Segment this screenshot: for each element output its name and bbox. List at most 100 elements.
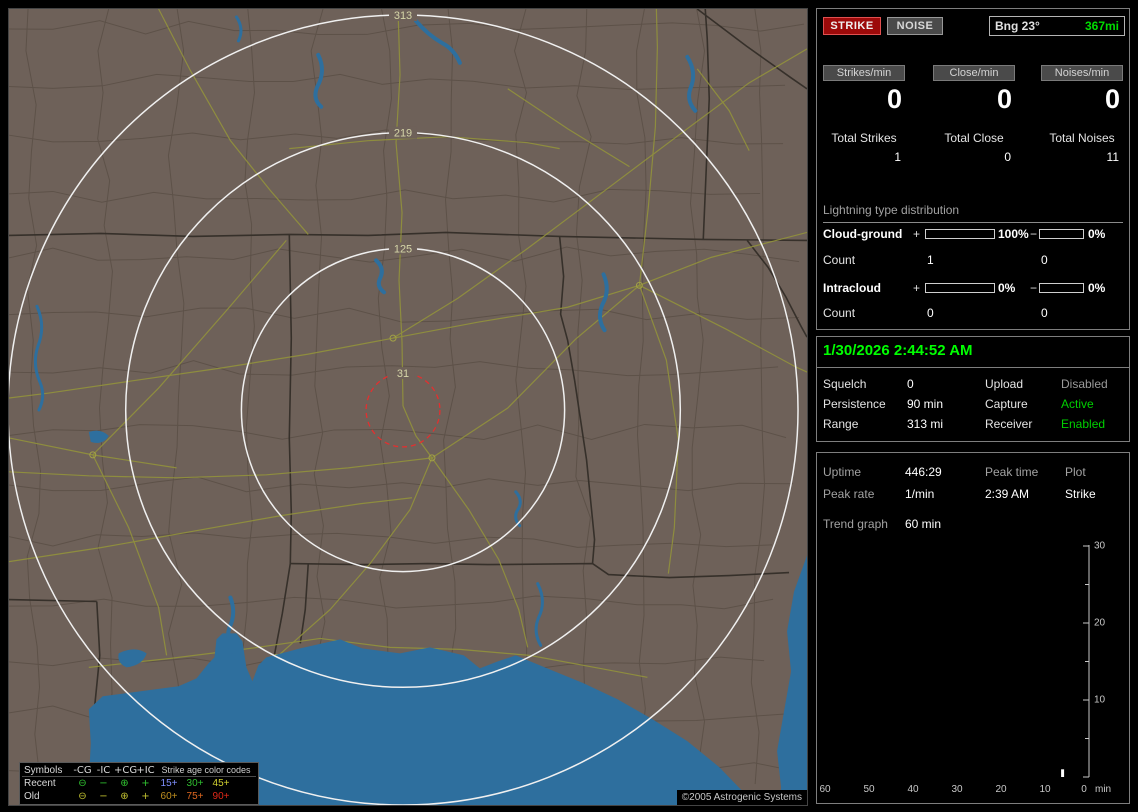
lightning-tracker-app: 313 219 125 31 Symbols -CG -IC +CG +IC S…: [0, 0, 1138, 812]
plus-sign: +: [913, 227, 921, 241]
peak-time-value: 2:39 AM: [985, 487, 1030, 501]
squelch-label: Squelch: [823, 377, 867, 391]
trend-graph-window: 60 min: [905, 517, 942, 531]
y-tick-10: 10: [1094, 695, 1106, 706]
map-canvas[interactable]: 313 219 125 31: [9, 9, 807, 805]
neg-ic-icon: −: [99, 791, 108, 802]
side-panel: STRIKE NOISE Bng 23° 367mi Strikes/min 0…: [816, 0, 1130, 812]
x-tick-60: 60: [819, 784, 831, 795]
cloud-ground-pos-bar: [925, 229, 995, 239]
squelch-value: 0: [907, 377, 914, 391]
bearing-readout: Bng 23° 367mi: [989, 16, 1125, 36]
copyright-text: ©2005 Astrogenic Systems: [676, 790, 807, 805]
cloud-ground-pos-pct: 100%: [998, 227, 1029, 241]
strikes-column: Strikes/min 0 Total Strikes 1: [823, 65, 905, 164]
legend-old-label: Old: [24, 791, 40, 802]
close-column: Close/min 0 Total Close 0: [933, 65, 1015, 164]
cloud-ground-neg-bar: [1039, 229, 1084, 239]
total-close-value: 0: [1004, 150, 1011, 164]
receiver-label: Receiver: [985, 417, 1033, 431]
legend-header-row: Symbols -CG -IC +CG +IC Strike age color…: [22, 764, 256, 777]
bearing-value: Bng 23°: [995, 19, 1040, 33]
stats-row: Peak rate 1/min 2:39 AM Strike: [817, 487, 1131, 503]
trend-bars: [1061, 769, 1065, 777]
cloud-ground-label: Cloud-ground: [823, 227, 903, 241]
x-tick-40: 40: [907, 784, 919, 795]
intracloud-count-row: Count 0 0: [817, 306, 1131, 320]
trend-chart: 30 20 10 60 50 40 30 20 10 0 min: [819, 541, 1111, 795]
peak-time-label: Peak time: [985, 465, 1039, 479]
plus-sign: +: [913, 281, 921, 295]
legend-recent-row: Recent ⊖ − ⊕ + 15+ 30+ 45+: [22, 777, 256, 790]
minus-sign: −: [1030, 227, 1038, 241]
minus-sign: −: [1030, 281, 1038, 295]
legend-symbols-header: Symbols: [24, 764, 63, 776]
age-15: 15+: [160, 778, 178, 789]
counters-box: STRIKE NOISE Bng 23° 367mi Strikes/min 0…: [816, 8, 1130, 330]
range-label: Range: [823, 417, 859, 431]
map-panel[interactable]: 313 219 125 31 Symbols -CG -IC +CG +IC S…: [8, 8, 808, 806]
count-label: Count: [823, 306, 856, 320]
x-tick-0: 0: [1081, 784, 1087, 795]
age-75: 75+: [186, 791, 204, 802]
strike-button[interactable]: STRIKE: [823, 17, 881, 35]
cloud-ground-count-row: Count 1 0: [817, 253, 1131, 267]
current-timestamp: 1/30/2026 2:44:52 AM: [823, 342, 973, 359]
plot-value: Strike: [1065, 487, 1096, 501]
age-30: 30+: [186, 778, 204, 789]
intracloud-row: Intracloud + 0% − 0%: [817, 281, 1131, 295]
x-tick-50: 50: [863, 784, 875, 795]
upload-value: Disabled: [1061, 377, 1108, 391]
age-90: 90+: [212, 791, 230, 802]
separator: [817, 367, 1129, 368]
total-close-label: Total Close: [944, 131, 1004, 145]
persistence-value: 90 min: [907, 397, 944, 411]
trend-box: Uptime 446:29 Peak time Plot Peak rate 1…: [816, 452, 1130, 804]
x-tick-10: 10: [1039, 784, 1051, 795]
intracloud-pos-count: 0: [927, 306, 934, 320]
ring-label-313: 313: [394, 10, 412, 22]
intracloud-neg-bar: [1039, 283, 1084, 293]
x-unit-label: min: [1095, 784, 1111, 795]
noises-per-min-button[interactable]: Noises/min: [1041, 65, 1123, 81]
noises-per-min-value: 0: [1104, 84, 1120, 114]
total-noises-value: 11: [1106, 150, 1119, 164]
ring-label-219: 219: [394, 128, 412, 140]
trend-row: Trend graph 60 min: [817, 517, 1131, 533]
status-box: 1/30/2026 2:44:52 AM Squelch 0 Upload Di…: [816, 336, 1130, 442]
legend-col-pos-ic: +IC: [136, 764, 155, 776]
close-per-min-button[interactable]: Close/min: [933, 65, 1015, 81]
noise-button[interactable]: NOISE: [887, 17, 943, 35]
ring-label-125: 125: [394, 243, 412, 255]
legend-col-neg-ic: -IC: [96, 764, 111, 776]
cloud-ground-neg-pct: 0%: [1088, 227, 1106, 241]
bearing-range-value: 367mi: [1084, 19, 1119, 33]
strike-legend: Symbols -CG -IC +CG +IC Strike age color…: [19, 762, 259, 805]
upload-label: Upload: [985, 377, 1024, 391]
intracloud-neg-count: 0: [1041, 306, 1048, 320]
pos-ic-icon: +: [141, 791, 150, 802]
legend-age-header: Strike age color codes: [161, 765, 251, 775]
x-tick-20: 20: [995, 784, 1007, 795]
status-row: Range 313 mi Receiver Enabled: [817, 417, 1131, 433]
pos-ic-icon: +: [141, 778, 150, 789]
intracloud-neg-pct: 0%: [1088, 281, 1106, 295]
total-strikes-value: 1: [894, 150, 901, 164]
range-value: 313 mi: [907, 417, 944, 431]
pos-cg-icon: ⊕: [120, 778, 129, 789]
strikes-per-min-button[interactable]: Strikes/min: [823, 65, 905, 81]
receiver-value: Enabled: [1061, 417, 1106, 431]
intracloud-label: Intracloud: [823, 281, 882, 295]
capture-label: Capture: [985, 397, 1028, 411]
pos-cg-icon: ⊕: [120, 791, 129, 802]
trend-axis: [1083, 545, 1090, 778]
status-row: Persistence 90 min Capture Active: [817, 397, 1131, 413]
uptime-value: 446:29: [905, 465, 942, 479]
cloud-ground-pos-count: 1: [927, 253, 934, 267]
peak-rate-value: 1/min: [905, 487, 935, 501]
age-45: 45+: [212, 778, 230, 789]
total-noises-label: Total Noises: [1049, 131, 1115, 145]
capture-value: Active: [1061, 397, 1094, 411]
legend-col-neg-cg: -CG: [73, 764, 92, 776]
neg-cg-icon: ⊖: [78, 791, 87, 802]
